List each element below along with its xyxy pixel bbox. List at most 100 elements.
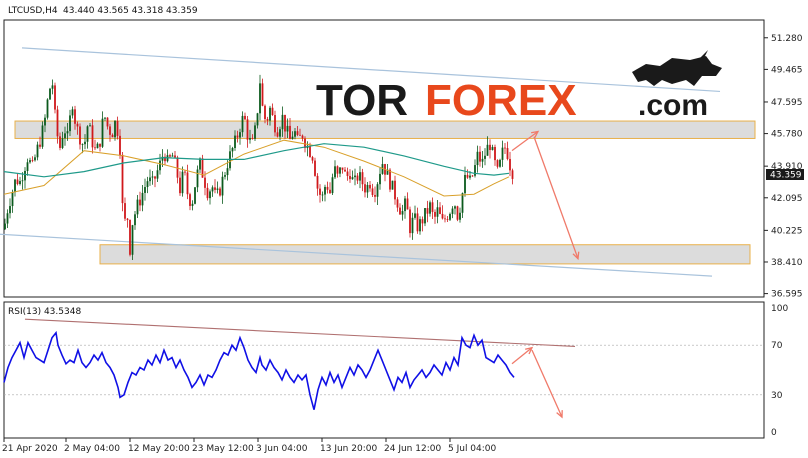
candle-body: [81, 144, 84, 145]
current-price-tag: 43.359: [766, 169, 804, 181]
candle-body: [456, 206, 459, 220]
candle-body: [359, 172, 361, 181]
candle-body: [339, 167, 341, 174]
time-tick-label: 13 Jun 20:00: [320, 444, 377, 454]
logo-tor-text: TOR: [316, 76, 408, 125]
candle: [194, 187, 196, 205]
candle-body: [376, 184, 379, 197]
candle-body: [454, 206, 456, 209]
candle-body: [34, 157, 36, 161]
candle-body: [289, 125, 291, 140]
candle-body: [119, 135, 121, 155]
candle-body: [94, 147, 96, 149]
price-tick-label: 45.780: [771, 130, 803, 140]
candle-body: [441, 213, 444, 219]
candle-body: [151, 176, 154, 178]
candle-body: [369, 184, 371, 189]
candle-body: [49, 88, 51, 100]
candle-body: [489, 144, 491, 151]
candle-body: [421, 219, 424, 224]
candle-body: [501, 147, 504, 160]
candle-body: [494, 146, 496, 161]
time-tick-label: 2 May 04:00: [64, 444, 120, 454]
candle-body: [484, 155, 486, 159]
candle-body: [349, 175, 351, 180]
candle-body: [404, 198, 406, 212]
candle-body: [396, 199, 399, 208]
current-price-label: 43.359: [770, 171, 802, 181]
rsi-tick-label: 100: [771, 304, 788, 314]
candle-body: [64, 133, 66, 139]
candle-body: [246, 119, 249, 140]
candle-body: [209, 191, 211, 199]
rsi-tick-label: 30: [771, 391, 783, 401]
candle-body: [204, 177, 206, 188]
price-tick-label: 47.595: [771, 98, 803, 108]
candle-body: [399, 207, 401, 215]
candle-body: [344, 169, 346, 172]
candle-body: [171, 155, 174, 157]
candle-body: [104, 117, 106, 119]
price-tick-label: 42.095: [771, 194, 803, 204]
candle-body: [91, 125, 94, 148]
candle-body: [461, 193, 464, 213]
candle-body: [451, 208, 454, 214]
candle-body: [134, 214, 136, 226]
candle-body: [471, 175, 474, 177]
candle-body: [354, 175, 356, 178]
candle-body: [226, 168, 229, 176]
candle-body: [314, 160, 316, 176]
candle-body: [174, 155, 176, 158]
candle-body: [431, 202, 434, 212]
candle-body: [76, 123, 79, 127]
candle-body: [499, 159, 501, 167]
candle-body: [319, 188, 321, 195]
candle-body: [74, 109, 76, 124]
candle-body: [276, 132, 279, 137]
candle: [499, 158, 501, 168]
candle-body: [69, 115, 71, 132]
candle-body: [334, 166, 336, 178]
candle-body: [26, 162, 29, 171]
candle-body: [59, 136, 61, 148]
candle-body: [346, 171, 349, 176]
candle-body: [184, 171, 186, 173]
candle-body: [324, 186, 326, 195]
candle-body: [194, 187, 196, 204]
candle-body: [9, 206, 11, 214]
price-tick-label: 36.595: [771, 290, 803, 300]
candle: [46, 98, 49, 120]
candle-body: [469, 175, 471, 178]
candle-body: [254, 125, 256, 139]
rsi-tick-label: 70: [771, 341, 783, 351]
candle-body: [156, 170, 159, 179]
chart-svg: 51.28049.46547.59545.78043.91042.09540.2…: [0, 6, 804, 454]
candle-body: [269, 107, 271, 121]
price-tick-label: 49.465: [771, 65, 803, 75]
candle-body: [186, 172, 189, 195]
candle-body: [481, 158, 484, 162]
candle-body: [266, 119, 269, 121]
candle-body: [199, 158, 201, 170]
candle-body: [214, 187, 216, 190]
candle-body: [106, 117, 109, 127]
candle-body: [66, 131, 69, 134]
candle-body: [149, 177, 151, 182]
candle-body: [29, 160, 31, 163]
candle-body: [406, 198, 409, 210]
candle-body: [114, 120, 116, 138]
candle-body: [506, 148, 509, 159]
candle-body: [309, 145, 311, 158]
candle-body: [429, 202, 431, 214]
candle-body: [221, 176, 224, 196]
rsi-label: RSI(13) 43.5348: [8, 307, 81, 317]
candle-body: [366, 184, 369, 193]
candle-body: [374, 194, 376, 197]
candle-body: [434, 211, 436, 217]
ohlc-values: 43.440 43.565 43.318 43.359: [63, 6, 198, 16]
candle-body: [216, 188, 219, 190]
candle-body: [61, 138, 64, 148]
candle-body: [16, 179, 19, 184]
candle-body: [416, 213, 419, 232]
time-tick-label: 3 Jun 04:00: [256, 444, 308, 454]
